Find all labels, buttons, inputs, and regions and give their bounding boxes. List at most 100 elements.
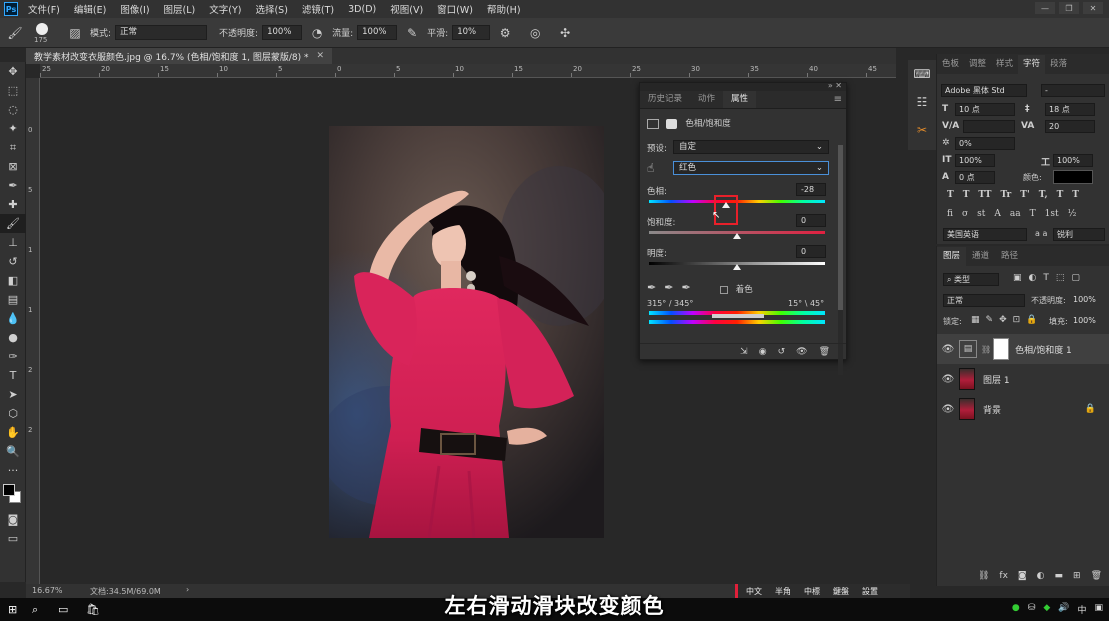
layer-filter-select[interactable]: ⌕ 类型 <box>943 273 999 286</box>
lightness-value-field[interactable]: 0 <box>796 245 826 258</box>
menu-file[interactable]: 文件(F) <box>28 2 60 16</box>
tab-character[interactable]: 字符 <box>1018 55 1046 74</box>
gear-icon[interactable]: ⚙ <box>496 24 514 42</box>
color-range-selector[interactable] <box>712 314 764 318</box>
path-selection-icon[interactable]: ➤ <box>0 385 26 404</box>
tab-styles[interactable]: 样式 <box>991 55 1018 74</box>
move-tool-icon[interactable]: ✥ <box>0 62 26 81</box>
visibility-icon[interactable]: 👁 <box>796 347 807 357</box>
delete-adjustment-icon[interactable]: 🗑 <box>819 347 830 357</box>
language-select[interactable]: 美国英语 <box>943 228 1027 241</box>
foreground-color-swatch[interactable] <box>3 484 15 496</box>
antialias-select[interactable]: 锐利 <box>1053 228 1105 241</box>
channel-select[interactable]: 红色 ⌄ <box>673 161 829 175</box>
dodge-tool-icon[interactable]: ● <box>0 328 26 347</box>
tab-paths[interactable]: 路径 <box>995 247 1024 266</box>
menu-help[interactable]: 帮助(H) <box>487 2 521 16</box>
screen-mode-icon[interactable]: ▭ <box>0 529 26 548</box>
targeted-adjustment-hand-icon[interactable]: ☝ <box>647 161 654 175</box>
pressure-opacity-icon[interactable]: ◔ <box>308 24 326 42</box>
quick-mask-icon[interactable]: ◙ <box>0 510 26 529</box>
tab-swatches[interactable]: 色板 <box>937 55 964 74</box>
vertical-scale-field[interactable]: 100% <box>955 154 995 167</box>
add-mask-icon[interactable]: ◙ <box>1018 571 1027 581</box>
panel-close-icon[interactable]: » ✕ <box>828 81 842 90</box>
kerning-field[interactable] <box>963 120 1015 133</box>
layer-row-background[interactable]: 👁 背景 🔒 <box>937 394 1109 424</box>
menu-image[interactable]: 图像(I) <box>120 2 149 16</box>
menu-type[interactable]: 文字(Y) <box>209 2 241 16</box>
menu-layer[interactable]: 图层(L) <box>164 2 196 16</box>
faux-bold-button[interactable]: T <box>947 190 954 200</box>
colorize-checkbox-row[interactable]: 着色 <box>720 283 753 295</box>
shape-filter-icon[interactable]: ⬚ <box>1056 273 1072 283</box>
hue-value-field[interactable]: -28 <box>796 183 826 196</box>
layer-mask-thumbnail[interactable] <box>993 338 1010 360</box>
hand-tool-icon[interactable]: ✋ <box>0 423 26 442</box>
adjustments-panel-icon[interactable]: ☷ <box>908 88 936 116</box>
tab-paragraph[interactable]: 段落 <box>1045 55 1072 74</box>
tab-adjustments[interactable]: 调整 <box>964 55 991 74</box>
faux-italic-button[interactable]: T <box>963 190 970 200</box>
underline-button[interactable]: T <box>1057 190 1064 200</box>
mask-link-icon[interactable]: ⛓ <box>981 345 991 354</box>
brush-settings-icon[interactable]: ▨ <box>66 24 84 42</box>
zoom-tool-icon[interactable]: 🔍 <box>0 442 26 461</box>
colorize-checkbox[interactable] <box>720 285 728 294</box>
menu-view[interactable]: 视图(V) <box>390 2 423 16</box>
tab-actions[interactable]: 动作 <box>690 91 723 108</box>
new-adjustment-icon[interactable]: ◐ <box>1037 571 1045 581</box>
flow-field[interactable]: 100% <box>357 25 398 40</box>
tab-properties[interactable]: 属性 <box>723 91 757 108</box>
document-image[interactable] <box>329 126 604 538</box>
saturation-slider-thumb[interactable] <box>733 233 741 239</box>
strikethrough-button[interactable]: T <box>1072 190 1079 200</box>
scale-percent-field[interactable]: 0% <box>955 137 1015 150</box>
brush-tool-icon[interactable]: 🖌 <box>6 24 24 42</box>
smart-object-filter-icon[interactable]: ▢ <box>1071 273 1087 283</box>
fractions-button[interactable]: ½ <box>1068 209 1077 219</box>
adjustment-filter-icon[interactable]: ◐ <box>1029 273 1044 283</box>
layer-style-icon[interactable]: fx <box>999 571 1008 581</box>
pen-tool-icon[interactable]: ✑ <box>0 347 26 366</box>
adjustment-layer-icon[interactable] <box>647 118 659 129</box>
pressure-size-icon[interactable]: ◎ <box>526 24 544 42</box>
history-brush-icon[interactable]: ↺ <box>0 252 26 271</box>
eyedropper-icon[interactable]: ✒ <box>647 281 664 294</box>
visibility-eye-icon[interactable]: 👁 <box>937 404 959 415</box>
tab-history[interactable]: 历史记录 <box>640 91 690 108</box>
eraser-tool-icon[interactable]: ◧ <box>0 271 26 290</box>
brush-settings-panel-icon[interactable]: ⌨ <box>908 60 936 88</box>
font-style-select[interactable]: - <box>1041 84 1105 97</box>
layer-row-layer1[interactable]: 👁 图层 1 <box>937 364 1109 394</box>
opacity-field[interactable]: 100% <box>262 25 303 40</box>
stylistic-alternates-button[interactable]: aa <box>1010 209 1021 219</box>
titling-alternates-button[interactable]: T <box>1030 209 1036 219</box>
more-tools-icon[interactable]: ··· <box>0 461 26 480</box>
small-caps-button[interactable]: Tr <box>1000 190 1011 200</box>
ordinals-button[interactable]: 1st <box>1045 209 1059 219</box>
reset-icon[interactable]: ↺ <box>778 347 786 357</box>
swash-button[interactable]: A <box>994 209 1001 219</box>
link-layers-icon[interactable]: ⛓ <box>978 571 989 581</box>
symmetry-icon[interactable]: ✣ <box>556 24 574 42</box>
horizontal-scale-field[interactable]: 100% <box>1053 154 1093 167</box>
shape-tool-icon[interactable]: ⬡ <box>0 404 26 423</box>
all-caps-button[interactable]: TT <box>978 190 991 200</box>
lock-transparent-icon[interactable]: ▦ <box>971 315 986 325</box>
blend-mode-select[interactable]: 正常 <box>943 294 1025 307</box>
healing-brush-icon[interactable]: ✚ <box>0 195 26 214</box>
crop-tool-icon[interactable]: ⌗ <box>0 138 26 157</box>
fill-value[interactable]: 100% <box>1073 316 1096 325</box>
menu-filter[interactable]: 滤镜(T) <box>302 2 334 16</box>
gradient-tool-icon[interactable]: ▤ <box>0 290 26 309</box>
menu-3d[interactable]: 3D(D) <box>348 4 376 15</box>
mode-select[interactable]: 正常 <box>115 25 208 40</box>
visibility-eye-icon[interactable]: 👁 <box>937 344 959 355</box>
layer-row-hue-saturation[interactable]: 👁 ▤ ⛓ 色相/饱和度 1 <box>937 334 1109 364</box>
lock-artboard-icon[interactable]: ⊡ <box>1013 315 1027 325</box>
subscript-button[interactable]: T, <box>1039 190 1048 200</box>
type-tool-icon[interactable]: T <box>0 366 26 385</box>
blur-tool-icon[interactable]: 💧 <box>0 309 26 328</box>
eyedropper-tool-icon[interactable]: ✒ <box>0 176 26 195</box>
